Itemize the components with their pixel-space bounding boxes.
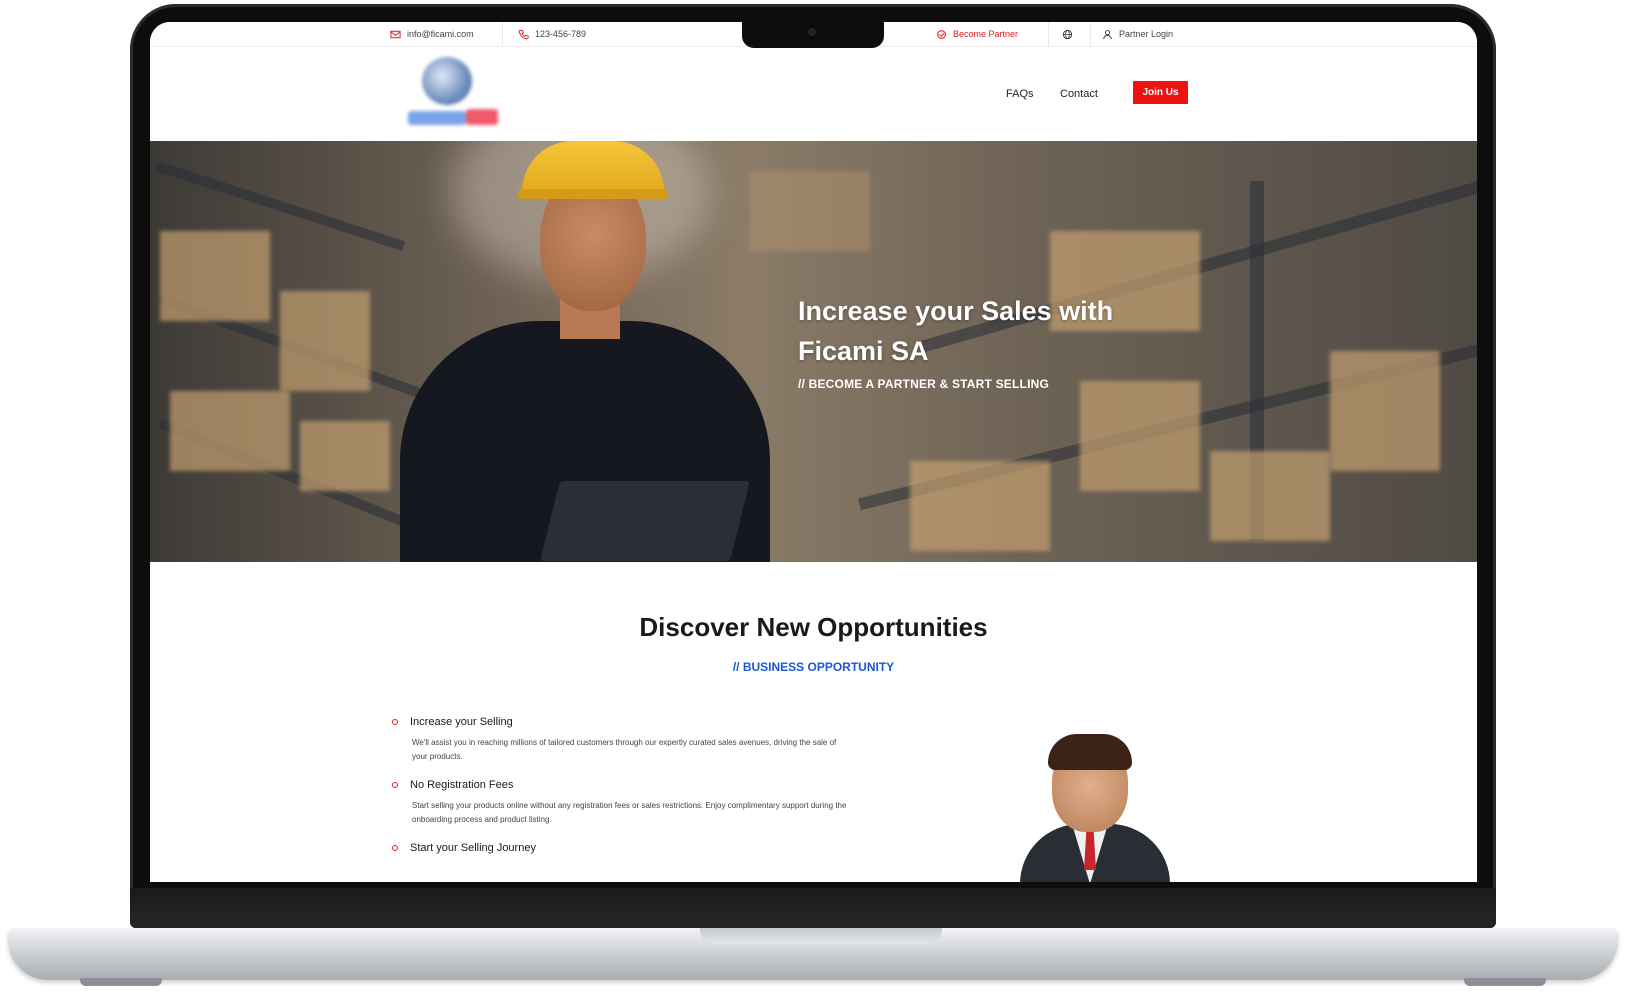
logo-bar [408, 111, 466, 125]
shelf-box [1210, 451, 1330, 541]
user-icon [1103, 29, 1112, 39]
divider [1090, 22, 1091, 46]
camera-icon [808, 28, 816, 36]
email-link[interactable]: info@ficami.com [390, 27, 474, 41]
shelf-box [1080, 381, 1200, 491]
email-text: info@ficami.com [407, 29, 474, 39]
handshake-icon [937, 29, 946, 39]
laptop-chin [130, 888, 1496, 928]
logo-globe [422, 57, 472, 105]
section-subtitle: // BUSINESS OPPORTUNITY [732, 660, 895, 674]
feature-title: Increase your Selling [410, 716, 513, 728]
feature-title: Start your Selling Journey [410, 842, 536, 854]
shelf-box [170, 391, 290, 471]
become-partner-text: Become Partner [953, 29, 1019, 39]
shelf-box [910, 461, 1050, 551]
partner-login-text: Partner Login [1119, 29, 1174, 39]
businessman-photo [1010, 712, 1170, 882]
logo-bar-accent [466, 109, 498, 125]
join-us-button[interactable]: Join Us [1133, 81, 1188, 104]
globe-icon [1062, 29, 1073, 39]
shelf-box [1330, 351, 1440, 471]
camera-notch [742, 22, 884, 48]
clipboard [540, 481, 750, 561]
nav-faqs[interactable]: FAQs [1006, 47, 1034, 141]
phone-text: 123-456-789 [535, 29, 587, 39]
become-partner-link[interactable]: Become Partner [936, 27, 1018, 41]
divider [502, 22, 503, 46]
language-switch[interactable] [1062, 27, 1073, 41]
bullet-icon [392, 719, 398, 725]
shelf-box [160, 231, 270, 321]
hard-hat-brim [518, 189, 668, 199]
hero-title: Increase your Sales with Ficami SA [798, 296, 1114, 366]
feature-item: Start your Selling Journey [392, 842, 852, 854]
feature-description: We'll assist you in reaching millions of… [412, 738, 837, 761]
nav-contact[interactable]: Contact [1060, 47, 1098, 141]
hero-banner: Increase your Sales with Ficami SA // BE… [150, 141, 1477, 562]
laptop-foot-left [80, 978, 162, 986]
feature-heading: No Registration Fees [392, 779, 852, 791]
shelf-box [300, 421, 390, 491]
divider [1048, 22, 1049, 46]
mail-icon [390, 30, 401, 38]
partner-login-link[interactable]: Partner Login [1102, 27, 1173, 41]
laptop-base-notch [700, 928, 942, 944]
bullet-icon [392, 845, 398, 851]
shelf-box [280, 291, 370, 391]
phone-icon [518, 29, 529, 39]
feature-item: Increase your Selling We'll assist you i… [392, 716, 852, 764]
ficami-logo[interactable] [400, 55, 512, 137]
section-title: Discover New Opportunities [639, 612, 988, 642]
feature-item: No Registration Fees Start selling your … [392, 779, 852, 827]
feature-description: Start selling your products online witho… [412, 801, 847, 824]
hero-subtitle: // BECOME A PARTNER & START SELLING [798, 377, 1050, 391]
phone-link[interactable]: 123-456-789 [518, 27, 586, 41]
site-header: FAQs Contact Join Us [150, 47, 1477, 141]
feature-heading: Increase your Selling [392, 716, 852, 728]
shelf-box [750, 171, 870, 251]
laptop-foot-right [1464, 978, 1546, 986]
browser-screen: info@ficami.com 123-456-789 Become Partn… [150, 22, 1477, 882]
feature-title: No Registration Fees [410, 779, 514, 791]
hair [1048, 734, 1132, 770]
feature-heading: Start your Selling Journey [392, 842, 852, 854]
laptop-base [8, 928, 1618, 986]
bullet-icon [392, 782, 398, 788]
